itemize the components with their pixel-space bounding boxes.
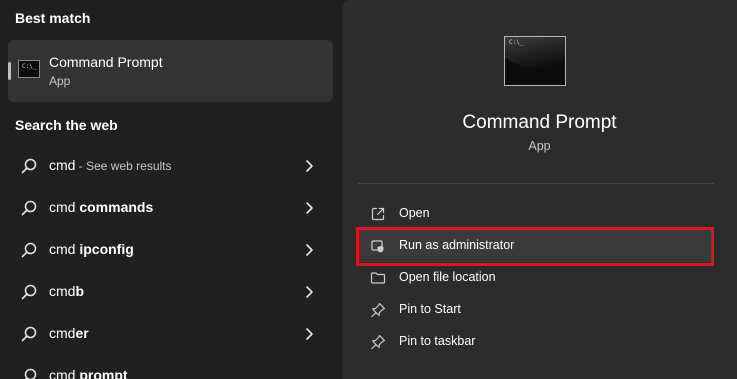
chevron-right-icon [306,202,313,214]
web-result-query: cmd [49,157,76,173]
web-result-query: cmd [49,367,80,379]
chevron-right-icon [306,160,313,172]
web-result-text: cmd prompt [49,367,128,379]
open-action[interactable]: Open [358,198,714,230]
web-result-completion: prompt [79,367,128,379]
best-match-heading: Best match [15,10,91,26]
highlight-annotation-box [356,227,714,266]
web-result-row[interactable]: cmdb [8,272,333,312]
open-file-location-action[interactable]: Open file location [358,262,714,294]
command-prompt-icon: C:\_ [18,60,40,78]
search-icon [24,368,37,379]
pin-to-start-label: Pin to Start [399,302,461,316]
detail-app-name: Command Prompt [462,112,617,133]
web-result-text: cmd ipconfig [49,241,134,257]
web-result-completion: ipconfig [79,241,134,257]
chevron-right-icon [306,244,313,256]
pin-icon [371,302,386,318]
pin-icon [371,334,386,350]
open-external-icon [371,207,385,221]
detail-app-type: App [528,139,551,153]
search-icon [21,158,37,174]
pin-to-start-action[interactable]: Pin to Start [358,294,714,326]
web-result-text: cmder [49,325,89,341]
web-result-row[interactable]: cmd commands [8,188,333,228]
open-label: Open [399,206,430,220]
web-result-text: cmd - See web results [49,157,172,173]
best-match-app-type: App [49,74,71,88]
divider [358,183,714,184]
search-web-heading: Search the web [15,117,118,133]
web-result-row[interactable]: cmder [8,314,333,354]
web-result-query: cmd [49,325,76,341]
chevron-right-icon [306,328,313,340]
pin-to-taskbar-label: Pin to taskbar [399,334,476,348]
pin-to-taskbar-action[interactable]: Pin to taskbar [358,326,714,358]
open-file-location-label: Open file location [399,270,496,284]
best-match-result[interactable]: C:\_ Command Prompt App [8,40,333,102]
chevron-right-icon [306,286,313,298]
web-result-query: cmd [49,199,80,215]
web-result-completion: commands [79,199,154,215]
web-result-completion: er [75,325,89,341]
selection-indicator [8,62,11,80]
web-result-query: cmd [49,283,76,299]
web-result-text: cmd commands [49,199,153,215]
search-icon [21,242,37,258]
search-icon [21,284,37,300]
folder-icon [370,272,386,284]
web-result-completion: b [75,283,85,299]
web-result-query: cmd [49,241,80,257]
web-result-text: cmdb [49,283,84,299]
best-match-app-name: Command Prompt [49,54,163,70]
search-icon [21,326,37,342]
web-result-hint: - See web results [75,159,172,173]
web-result-row[interactable]: cmd ipconfig [8,230,333,270]
search-icon [21,200,37,216]
web-result-row[interactable]: cmd - See web results [8,146,333,186]
web-result-row[interactable]: cmd prompt [8,356,333,379]
command-prompt-large-icon: C:\_ [504,36,566,86]
